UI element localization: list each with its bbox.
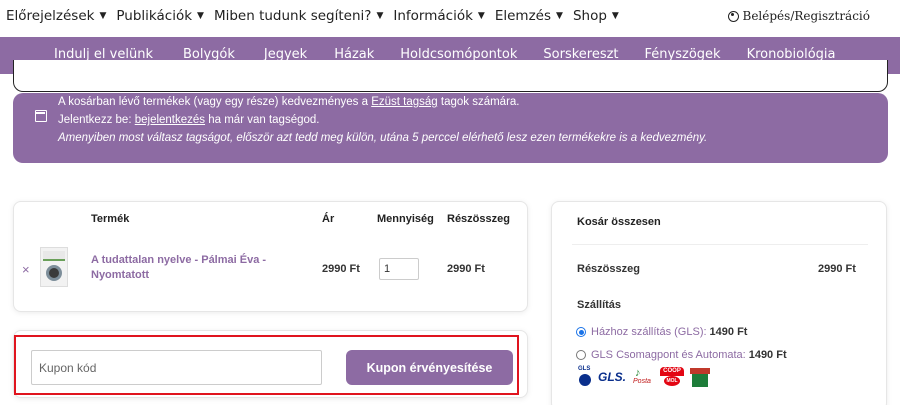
top-menu-item-informaciok[interactable]: Információk ▼ <box>393 8 484 24</box>
notice-icon <box>35 110 47 122</box>
posta-logo: ♪ Posta <box>632 367 654 387</box>
gls-logo: GLS. <box>598 369 627 384</box>
notice-line-1: A kosárban lévő termékek (vagy egy része… <box>58 96 520 108</box>
mol-text: MOL <box>664 375 681 386</box>
chevron-down-icon: ▼ <box>556 11 563 21</box>
dropdown-panel-edge <box>13 60 888 92</box>
menu-label: Miben tudunk segíteni? <box>213 8 372 24</box>
product-price: 2990 Ft <box>322 263 360 275</box>
thumbnail-cover <box>43 251 65 261</box>
top-menu-item-segitseg[interactable]: Miben tudunk segíteni? ▼ <box>214 8 383 24</box>
top-menu: Előrejelzések ▼ Publikációk ▼ Miben tudunk… <box>6 8 629 24</box>
shipping-option-parcel-point[interactable]: GLS Csomagpont és Automata: 1490 Ft <box>576 349 787 361</box>
product-name-link[interactable]: A tudattalan nyelve - Pálmai Éva - Nyomt… <box>91 253 291 283</box>
silver-membership-link[interactable]: Ezüst tagság <box>371 96 437 108</box>
header-subtotal: Részösszeg <box>447 213 510 225</box>
totals-title: Kosár összesen <box>577 216 661 228</box>
shipping-label: Szállítás <box>577 299 622 311</box>
box-body <box>692 373 709 387</box>
menu-label: Előrejelzések <box>6 8 95 24</box>
notice-text: ha már van tagségod. <box>205 114 320 126</box>
shipping-option-label: GLS Csomagpont és Automata: <box>591 349 746 361</box>
totals-divider <box>572 244 868 245</box>
menu-label: Információk <box>393 8 473 24</box>
cart-totals: Kosár összesen Részösszeg 2990 Ft Szállí… <box>551 201 887 405</box>
top-menu-item-elorejelzesek[interactable]: Előrejelzések ▼ <box>6 8 106 24</box>
notice-text: tagok számára. <box>437 96 520 108</box>
top-menu-item-shop[interactable]: Shop ▼ <box>573 8 619 24</box>
menu-label: Elemzés <box>494 8 552 24</box>
gls-pin-logo: GLS <box>578 366 592 387</box>
notice-text: Jelentkezz be: <box>58 114 135 126</box>
top-menu-item-elemzes[interactable]: Elemzés ▼ <box>495 8 563 24</box>
radio-button[interactable] <box>576 350 586 360</box>
totals-subtotal-value: 2990 Ft <box>818 263 856 275</box>
shipping-option-label: Házhoz szállítás (GLS): <box>591 326 707 338</box>
product-subtotal: 2990 Ft <box>447 263 485 275</box>
top-navigation: Előrejelzések ▼ Publikációk ▼ Miben tudunk… <box>0 0 900 36</box>
coupon-section: Kupon érvényesítése <box>13 330 528 398</box>
gls-pin-text: GLS <box>578 366 591 372</box>
chevron-down-icon: ▼ <box>99 11 107 21</box>
menu-label: Shop <box>572 8 607 24</box>
notice-text: A kosárban lévő termékek (vagy egy része… <box>58 96 372 108</box>
cart-table: Termék Ár Mennyiség Részösszeg × A tudat… <box>13 201 528 312</box>
shipping-option-price: 1490 Ft <box>709 326 748 338</box>
coop-text: COOP <box>660 366 685 376</box>
shipping-option-home-delivery[interactable]: Házhoz szállítás (GLS): 1490 Ft <box>576 326 747 338</box>
carrier-logos: GLS GLS. ♪ Posta COOP MOL <box>578 366 711 387</box>
quantity-input[interactable] <box>379 258 419 280</box>
menu-label: Publikációk <box>116 8 193 24</box>
header-quantity: Mennyiség <box>377 213 434 225</box>
header-price: Ár <box>322 213 335 225</box>
membership-notice: A kosárban lévő termékek (vagy egy része… <box>13 93 888 163</box>
coop-mol-logo: COOP MOL <box>660 366 685 387</box>
parcel-box-logo <box>690 367 711 387</box>
chevron-down-icon: ▼ <box>477 11 485 21</box>
top-menu-item-publikaciok[interactable]: Publikációk ▼ <box>116 8 204 24</box>
notice-line-3: Amenyiben most váltasz tagságot, először… <box>58 132 708 144</box>
login-link-inline[interactable]: bejelentkezés <box>135 114 205 126</box>
totals-subtotal-label: Részösszeg <box>577 263 640 275</box>
chevron-down-icon: ▼ <box>197 11 204 21</box>
product-thumbnail[interactable] <box>40 247 68 287</box>
login-link[interactable]: Belépés/Regisztráció <box>727 9 870 23</box>
remove-item-icon[interactable]: × <box>22 262 30 277</box>
pin-icon <box>579 374 591 386</box>
shipping-option-price: 1490 Ft <box>748 349 787 361</box>
radio-button-selected[interactable] <box>576 327 586 337</box>
notice-line-2: Jelentkezz be: bejelentkezés ha már van … <box>58 114 319 126</box>
posta-text: Posta <box>633 377 651 385</box>
apply-coupon-button[interactable]: Kupon érvényesítése <box>346 350 513 385</box>
user-icon <box>727 10 739 22</box>
header-product: Termék <box>91 213 130 225</box>
thumbnail-disc <box>46 265 62 281</box>
login-label: Belépés/Regisztráció <box>742 9 870 23</box>
chevron-down-icon: ▼ <box>376 11 384 21</box>
coupon-code-input[interactable] <box>31 350 322 385</box>
chevron-down-icon: ▼ <box>611 11 619 21</box>
